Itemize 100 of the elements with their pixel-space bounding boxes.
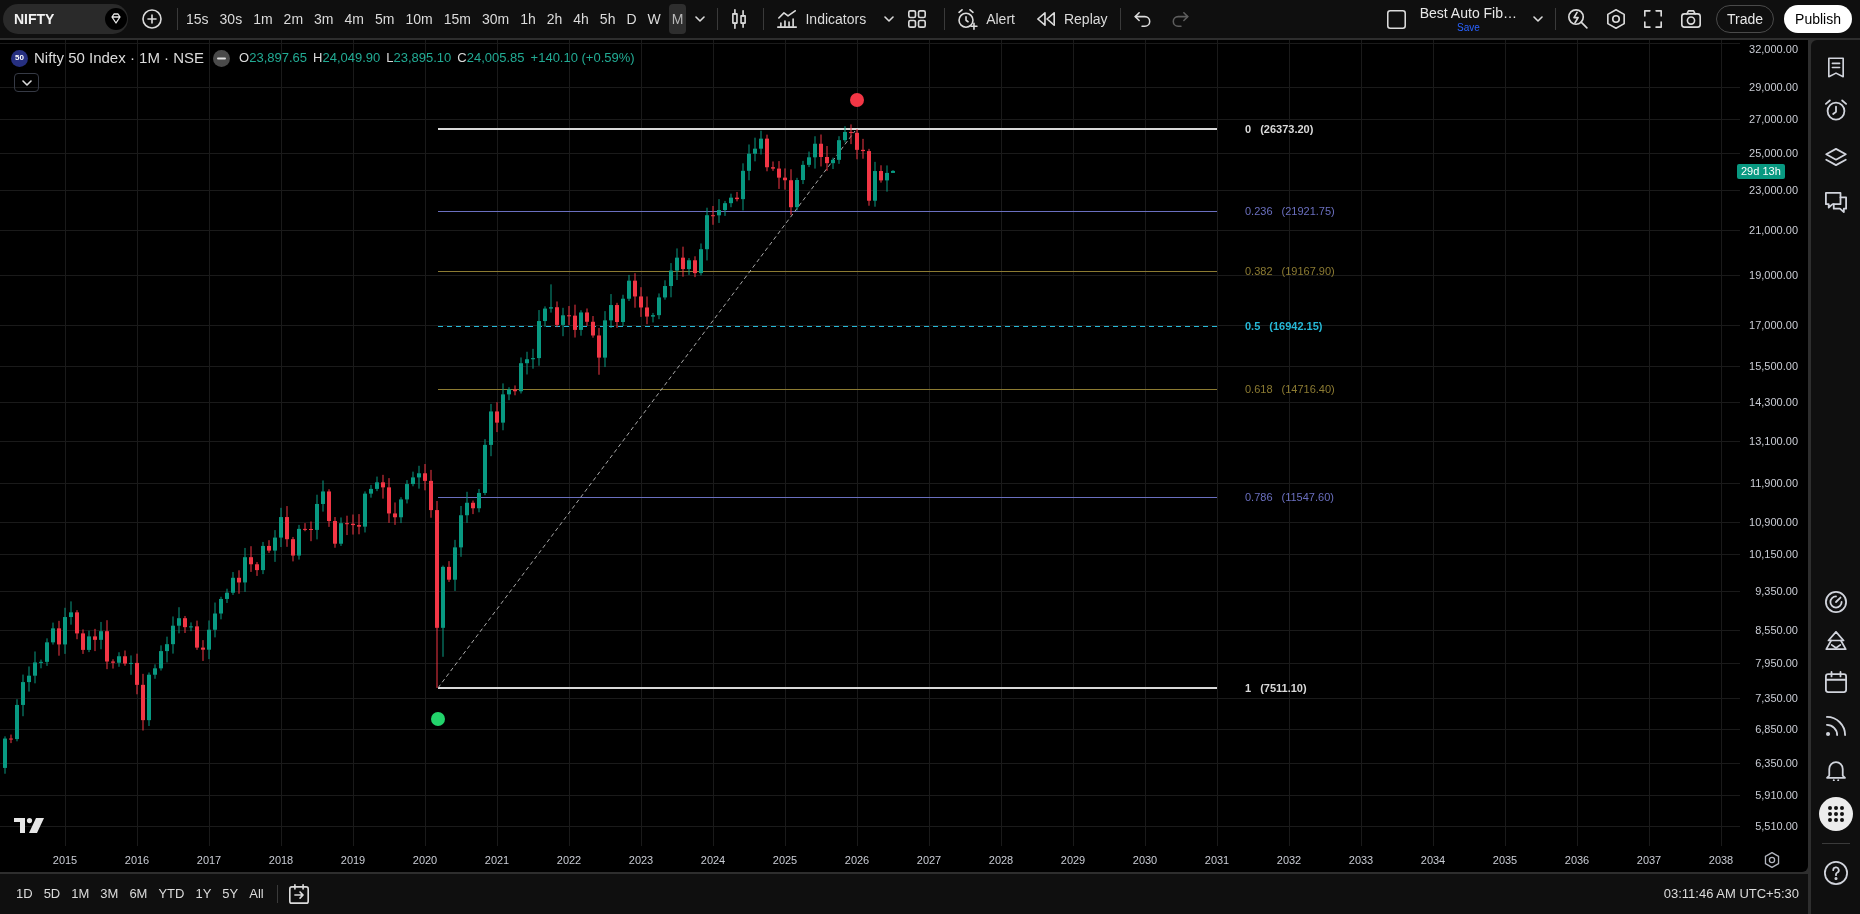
fib-price-label: (21921.75) (1281, 204, 1335, 218)
timeframe-option[interactable]: M (668, 4, 687, 34)
timeframe-option[interactable]: 4m (341, 4, 367, 34)
minus-icon[interactable] (213, 49, 231, 67)
time-axis-label: 2038 (1708, 853, 1734, 867)
timeframe-option[interactable]: 3m (311, 4, 337, 34)
timeframe-option[interactable]: 30s (216, 4, 246, 34)
timeframe-option[interactable]: 15s (183, 4, 212, 34)
range-option[interactable]: 6M (124, 881, 153, 907)
price-axis-label: 32,000.00 (1749, 42, 1798, 56)
range-option[interactable]: 1Y (190, 881, 217, 907)
timeframe-option[interactable]: 1m (250, 4, 276, 34)
price-axis-label: 5,910.00 (1755, 787, 1798, 802)
publish-button[interactable]: Publish (1784, 5, 1852, 33)
timeframe-option[interactable]: 4h (570, 4, 592, 34)
plus-icon[interactable] (142, 9, 162, 29)
settings-icon[interactable] (1764, 852, 1780, 868)
symbol-search-button[interactable]: NIFTY (3, 4, 128, 34)
fib-price-label: (19167.90) (1281, 264, 1335, 278)
time-axis-label: 2030 (1132, 853, 1158, 867)
time-axis-label: 2037 (1636, 853, 1662, 867)
timeframe-option[interactable]: 5m (371, 4, 398, 34)
timeframe-option[interactable]: 15m (440, 4, 474, 34)
fib-price-label: (16942.15) (1269, 319, 1323, 333)
price-axis-label: 29,000.00 (1749, 79, 1798, 94)
help-icon[interactable] (1823, 861, 1848, 885)
price-axis-label: 21,000.00 (1749, 223, 1798, 238)
time-axis-label: 2021 (484, 853, 510, 867)
time-axis-label: 2036 (1564, 853, 1590, 867)
range-option[interactable]: 1D (11, 881, 38, 907)
timeframe-option[interactable]: 2h (543, 4, 566, 34)
quick-search-icon[interactable] (1568, 9, 1588, 29)
alarm-clock-icon[interactable] (1824, 99, 1847, 121)
time-axis-label: 2028 (988, 853, 1014, 867)
time-axis-label: 2017 (196, 853, 222, 867)
range-option[interactable]: YTD (153, 881, 190, 907)
countdown-tag: 29d 13h (1737, 164, 1785, 179)
price-axis-label: 27,000.00 (1749, 111, 1798, 126)
time-axis-label: 2015 (52, 853, 78, 867)
price-change-value: +140.10 (+0.59%) (530, 49, 635, 68)
ohlc-value: 23,895.10 (393, 49, 452, 68)
fib-ratio-label: 1 (1245, 681, 1252, 695)
price-axis-label: 14,300.00 (1749, 394, 1798, 409)
chevron-down-icon[interactable] (695, 16, 706, 22)
bell-icon[interactable] (1825, 759, 1846, 781)
ohlc-label: O (239, 49, 250, 68)
target-icon[interactable] (1824, 591, 1847, 613)
timeframe-option[interactable]: 1h (517, 4, 539, 34)
collapse-button[interactable] (14, 73, 39, 92)
replay-button[interactable]: Replay (1036, 8, 1108, 30)
settings-icon[interactable] (1606, 9, 1626, 29)
price-axis-label: 11,900.00 (1749, 476, 1798, 491)
calendar-icon[interactable] (1824, 671, 1847, 693)
time-axis-label: 2027 (916, 853, 942, 867)
time-axis-label: 2020 (412, 853, 438, 867)
fullscreen-icon[interactable] (1644, 10, 1662, 28)
timeframe-option[interactable]: 30m (478, 4, 513, 34)
fib-ratio-label: 0.786 (1245, 490, 1273, 504)
time-axis-label: 2035 (1492, 853, 1518, 867)
timeframe-option[interactable]: W (644, 4, 664, 34)
list-icon[interactable] (1827, 57, 1844, 78)
chart-bars-icon (777, 10, 798, 28)
grid-icon[interactable] (908, 10, 927, 28)
range-option[interactable]: 5Y (217, 881, 244, 907)
range-option[interactable]: 1M (66, 881, 95, 907)
rss-icon[interactable] (1825, 716, 1846, 736)
triangles-icon[interactable] (1824, 631, 1847, 650)
ohlc-label: H (313, 49, 323, 68)
chat-icon[interactable] (1824, 192, 1847, 213)
price-axis-label: 19,000.00 (1749, 268, 1798, 282)
price-axis-label: 10,900.00 (1749, 515, 1798, 530)
timeframe-option[interactable]: 10m (402, 4, 436, 34)
fib-price-label: (14716.40) (1281, 382, 1335, 396)
price-axis-label: 5,510.00 (1755, 818, 1798, 833)
undo-icon[interactable] (1133, 11, 1151, 27)
fib-ratio-label: 0.618 (1245, 382, 1273, 396)
timeframe-option[interactable]: 5h (596, 4, 619, 34)
ohlc-label: C (457, 49, 467, 68)
timeframe-option[interactable]: 2m (280, 4, 307, 34)
time-axis-label: 2019 (340, 853, 366, 867)
time-axis-label: 2033 (1348, 853, 1374, 867)
candlestick-icon[interactable] (732, 9, 747, 29)
price-axis-label: 15,500.00 (1749, 358, 1798, 373)
square-icon[interactable] (1386, 9, 1406, 29)
time-axis-label: 2018 (268, 853, 294, 867)
range-option[interactable]: 5D (38, 881, 66, 907)
calendar-icon[interactable] (288, 884, 309, 904)
chevron-down-icon[interactable] (1533, 16, 1543, 22)
fib-price-label: (11547.60) (1281, 490, 1334, 504)
dots-grid-icon[interactable] (1818, 797, 1853, 831)
timeframe-option[interactable]: D (623, 4, 640, 34)
layout-name[interactable]: Best Auto Fib… (1419, 5, 1517, 20)
alert-button[interactable]: Alert (957, 8, 1015, 30)
save-link[interactable]: Save (1456, 22, 1480, 33)
range-option[interactable]: 3M (95, 881, 124, 907)
layers-icon[interactable] (1824, 148, 1847, 166)
indicators-button[interactable]: Indicators (777, 8, 867, 30)
camera-icon[interactable] (1681, 10, 1701, 28)
chevron-down-icon[interactable] (884, 16, 895, 22)
range-option[interactable]: All (244, 881, 269, 907)
